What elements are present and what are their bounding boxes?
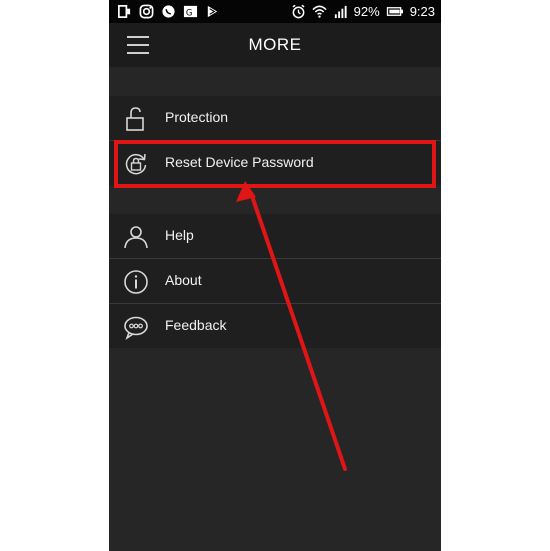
status-bar: G 92% 9:23 <box>109 0 441 23</box>
menu-item-about[interactable]: About <box>109 259 441 304</box>
google-news-icon: G <box>183 5 198 17</box>
menu-item-protection[interactable]: Protection <box>109 96 441 141</box>
document-icon <box>118 5 131 18</box>
menu-item-label: Protection <box>165 109 229 125</box>
app-header: MORE <box>109 23 441 67</box>
svg-text:G: G <box>186 7 193 17</box>
battery-icon <box>386 7 403 16</box>
menu-item-label: Help <box>165 227 194 243</box>
battery-percentage: 92% <box>353 4 380 19</box>
menu-item-label: About <box>165 272 202 288</box>
instagram-icon <box>139 4 154 19</box>
person-icon <box>124 226 148 249</box>
whatsapp-icon <box>162 5 175 18</box>
reset-lock-icon <box>125 153 147 175</box>
wifi-icon <box>312 5 327 18</box>
menu-group-security: Protection Reset Device Password <box>109 96 441 185</box>
play-store-icon <box>207 5 218 18</box>
signal-strength-icon <box>334 5 347 19</box>
menu-item-feedback[interactable]: Feedback <box>109 304 441 348</box>
page-title: MORE <box>248 35 302 54</box>
chat-bubble-icon <box>124 316 148 340</box>
unlocked-padlock-icon <box>126 107 144 131</box>
alarm-clock-icon <box>292 4 305 19</box>
menu-item-label: Reset Device Password <box>165 154 314 170</box>
menu-group-support: Help About Feedback <box>109 214 441 348</box>
clock-time: 9:23 <box>409 4 435 19</box>
menu-item-reset-device-password[interactable]: Reset Device Password <box>109 141 441 185</box>
menu-item-help[interactable]: Help <box>109 214 441 259</box>
info-icon <box>124 270 148 294</box>
menu-item-label: Feedback <box>165 317 227 333</box>
phone-screen: G 92% 9:23 MORE Protection Reset Device … <box>109 0 441 551</box>
